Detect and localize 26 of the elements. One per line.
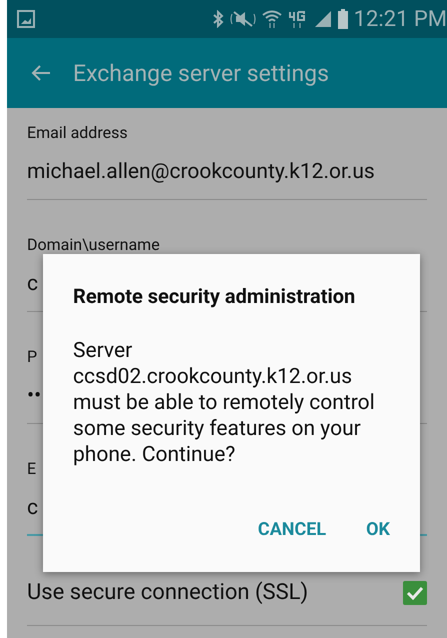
field-value: ••: [27, 384, 42, 408]
signal-icon: [314, 10, 332, 28]
cancel-button[interactable]: CANCEL: [258, 515, 326, 544]
dialog-message: Server ccsd02.crookcounty.k12.or.us must be able to remotely control some security features on your phone. Continue?: [73, 338, 376, 468]
field-label: Email address: [27, 123, 128, 142]
mute-icon: [230, 10, 256, 28]
dialog-title: Remote security administration: [73, 284, 356, 308]
clock-time: 12:21 PM: [354, 6, 447, 32]
bluetooth-icon: [212, 10, 224, 28]
field-label: P: [27, 347, 38, 366]
back-arrow-icon[interactable]: [31, 64, 51, 82]
field-value: c: [27, 272, 38, 296]
field-value: michael.allen@crookcounty.k12.or.us: [27, 160, 375, 184]
checkbox[interactable]: [403, 580, 427, 604]
ssl-label: Use secure connection (SSL): [27, 580, 308, 605]
gallery-icon: [17, 10, 35, 28]
network-type-icon: [288, 10, 308, 28]
field-label: Domain\username: [27, 235, 160, 254]
field-label: E: [27, 459, 36, 478]
checkmark-icon: [406, 586, 424, 600]
text-field[interactable]: Email address michael.allen@crookcounty.k12.or.us: [27, 108, 427, 200]
wifi-icon: [262, 10, 282, 28]
screen-title: Exchange server settings: [73, 60, 329, 86]
field-value: c: [27, 496, 38, 520]
ok-button[interactable]: OK: [366, 515, 390, 544]
battery-icon: [338, 9, 348, 29]
